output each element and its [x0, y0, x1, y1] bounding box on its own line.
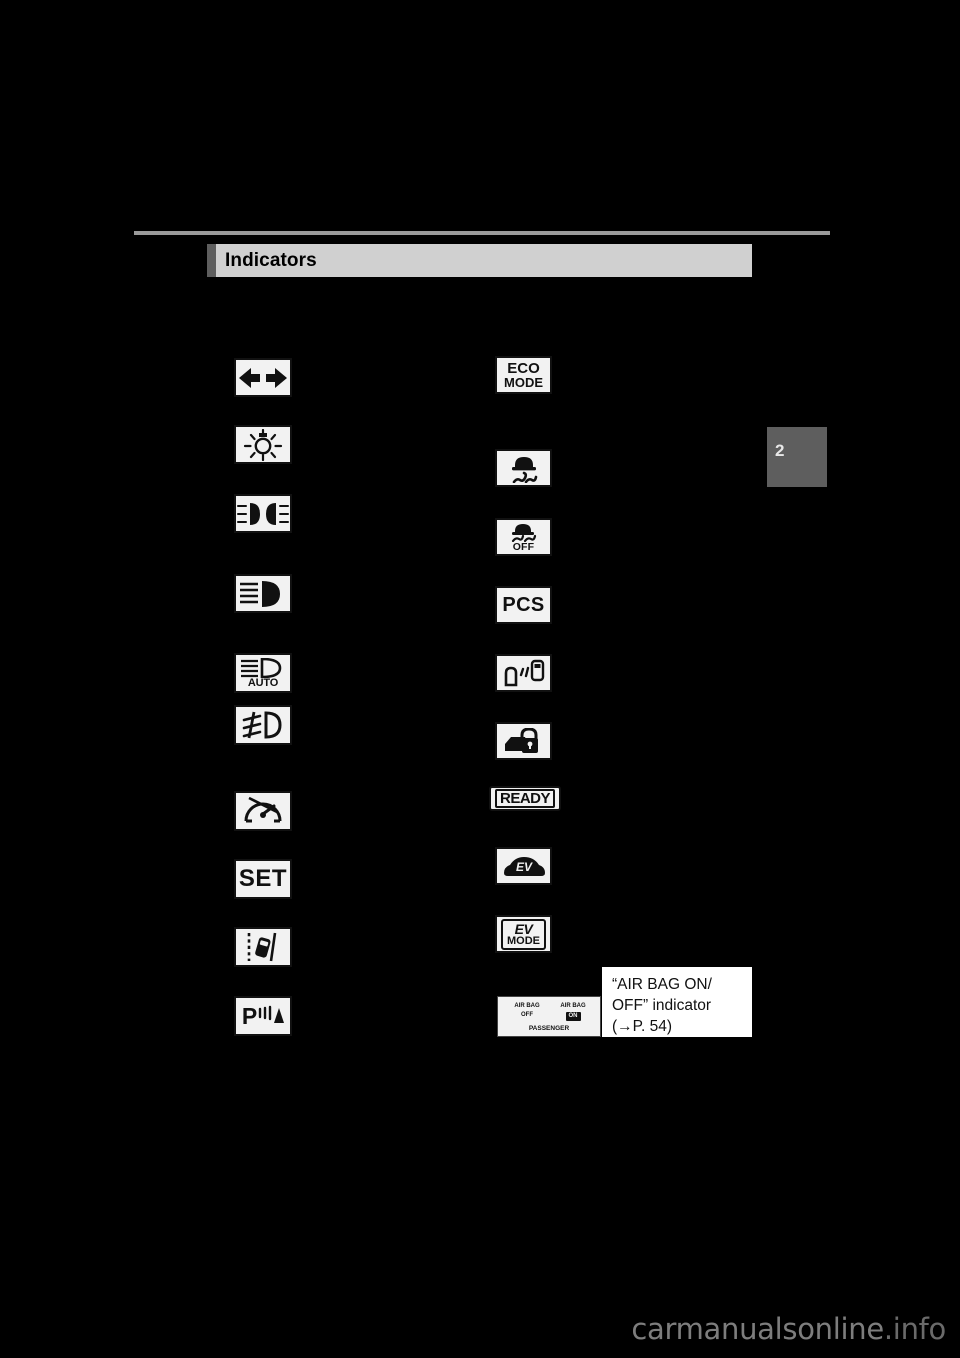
ev-drive-mode-icon: EV: [501, 854, 547, 878]
pcs-label: PCS: [502, 594, 545, 616]
headlight-icon: [237, 500, 289, 528]
airbag-off-line1: AIR BAG: [514, 1003, 540, 1009]
ev-mode-line2: MODE: [507, 934, 540, 947]
airbag-off-line2: OFF: [521, 1012, 533, 1018]
indicator-cruise-set: SET: [234, 859, 292, 899]
blind-spot-monitor-icon: [502, 659, 546, 687]
watermark-name: carmanualsonline: [631, 1312, 884, 1346]
site-watermark: carmanualsonline.info: [631, 1312, 946, 1346]
indicator-parking-assist: P: [234, 996, 292, 1036]
ev-mode-line1: EV: [514, 920, 533, 937]
indicator-cruise-control: [234, 791, 292, 831]
indicator-eco-mode: ECO MODE: [495, 356, 552, 394]
indicator-pcs: PCS: [495, 586, 552, 624]
airbag-callout-box: “AIR BAG ON/ OFF” indicator (→P. 54): [602, 967, 752, 1037]
airbag-on-badge: ON: [565, 1012, 581, 1021]
page-title: Indicators: [225, 249, 317, 271]
ready-box: READY: [489, 785, 562, 811]
indicator-high-beam: [234, 574, 292, 613]
front-fog-light-icon: [240, 711, 286, 739]
indicator-ready: READY: [489, 785, 562, 811]
airbag-panel-inner: AIR BAG OFF AIR BAG ON PASSENGER: [498, 997, 600, 1036]
parking-assist-icon: P: [241, 1002, 285, 1029]
svg-text:EV: EV: [515, 860, 532, 874]
header-rule: [134, 231, 830, 235]
indicator-blind-spot-monitor: [495, 654, 552, 692]
indicator-slip-vsc: [495, 449, 552, 487]
eco-mode-line2: MODE: [504, 375, 543, 390]
watermark-tld: .info: [883, 1312, 946, 1346]
indicator-tail-light: [234, 425, 292, 464]
indicator-turn-signal: [234, 358, 292, 397]
indicator-ev-drive-mode: EV: [495, 847, 552, 885]
ev-mode-box: EV MODE: [501, 918, 546, 950]
security-lock-icon: [503, 728, 545, 754]
airbag-off-block: AIR BAG OFF: [506, 1002, 548, 1020]
slip-indicator-icon: [507, 453, 541, 483]
lane-departure-icon: [245, 932, 281, 962]
turn-signal-icon: [238, 367, 288, 389]
indicator-lane-departure: [234, 927, 292, 967]
manual-page: Indicators 2 AUTO SET P ECO MODE OFF PCS…: [0, 0, 960, 1358]
airbag-on-line1: AIR BAG: [560, 1003, 586, 1009]
indicator-headlight: [234, 494, 292, 533]
airbag-callout-line1: “AIR BAG ON/: [612, 976, 712, 993]
auto-high-beam-icon: AUTO: [239, 657, 287, 689]
parking-assist-label: P: [241, 1002, 258, 1029]
vsc-off-icon: OFF: [509, 522, 539, 553]
high-beam-icon: [238, 580, 288, 608]
airbag-callout-line3: (→P. 54): [612, 1018, 673, 1035]
ready-label: READY: [495, 788, 556, 808]
airbag-passenger-label: PASSENGER: [528, 1025, 570, 1032]
indicator-security: [495, 722, 552, 760]
tail-light-icon: [242, 428, 284, 461]
section-accent-bar: [207, 244, 216, 277]
cruise-set-label: SET: [238, 865, 288, 892]
indicator-ev-mode: EV MODE: [495, 915, 552, 953]
airbag-on-block: AIR BAG ON: [552, 1002, 594, 1021]
eco-mode-line1: ECO: [507, 360, 540, 377]
airbag-callout-line2: OFF” indicator: [612, 997, 712, 1014]
eco-mode-label: ECO MODE: [504, 361, 543, 389]
indicator-airbag-on-off: AIR BAG OFF AIR BAG ON PASSENGER: [497, 996, 601, 1037]
vsc-off-label: OFF: [512, 540, 535, 553]
cruise-control-icon: [241, 796, 285, 826]
chapter-tab: 2: [767, 427, 827, 487]
section-heading: Indicators: [207, 244, 752, 277]
indicator-auto-high-beam: AUTO: [234, 653, 292, 693]
indicator-vsc-off: OFF: [495, 518, 552, 556]
auto-high-beam-label: AUTO: [247, 676, 279, 689]
indicator-front-fog-light: [234, 705, 292, 745]
